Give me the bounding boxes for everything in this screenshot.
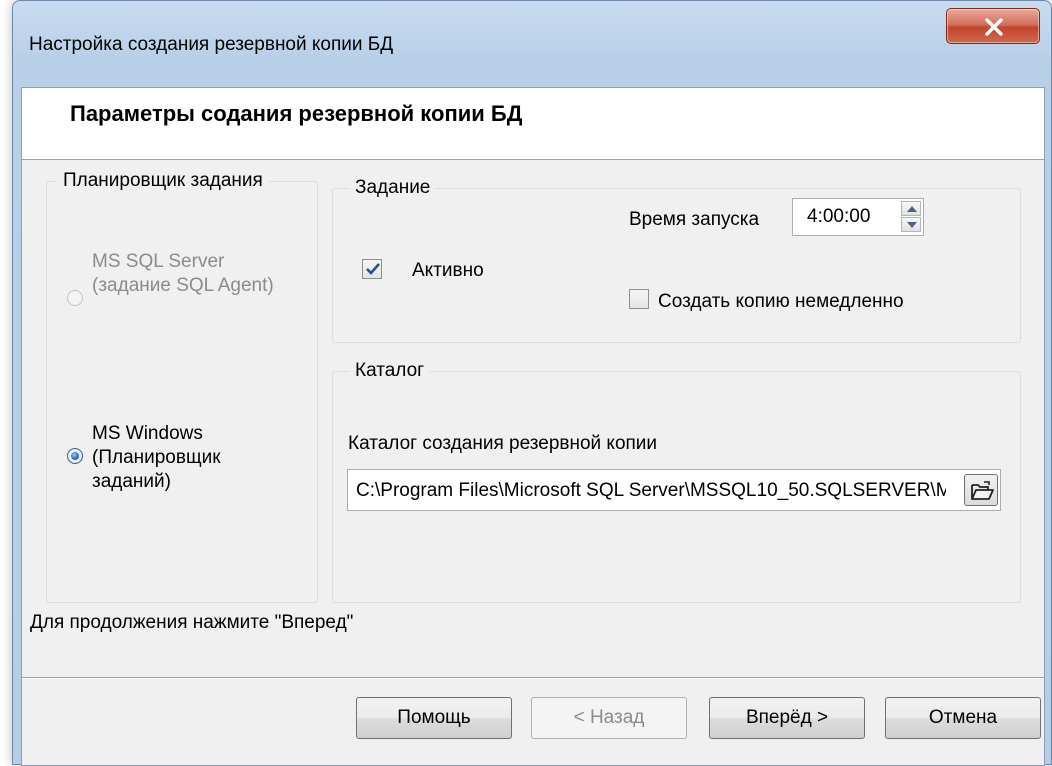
scheduler-group-label: Планировщик задания [57, 170, 269, 192]
browse-folder-button[interactable] [964, 474, 998, 506]
radio-ms-sql-server[interactable] [67, 290, 83, 306]
dialog-client-area: Параметры содания резервной копии БД Пла… [21, 87, 1045, 766]
catalog-path-label: Каталог создания резервной копии [348, 433, 658, 454]
catalog-group-label: Каталог [349, 360, 431, 382]
status-text: Для продолжения нажмите "Вперед" [30, 612, 354, 633]
catalog-path-input[interactable]: C:\Program Files\Microsoft SQL Server\MS… [347, 469, 1001, 511]
dialog-window: Настройка создания резервной копии БД Па… [12, 0, 1052, 766]
task-group-label: Задание [349, 177, 437, 199]
create-now-checkbox-label[interactable]: Создать копию немедленно [658, 291, 904, 313]
spin-up-button[interactable] [901, 201, 921, 216]
footer-divider [22, 677, 1044, 679]
back-button[interactable]: < Назад [531, 697, 687, 739]
help-button[interactable]: Помощь [356, 697, 512, 739]
title-bar[interactable]: Настройка создания резервной копии БД [13, 1, 1051, 87]
active-checkbox-label[interactable]: Активно [412, 260, 484, 282]
radio-ms-windows-label: MS Windows (Планировщик заданий) [92, 423, 221, 492]
start-time-spinner[interactable]: 4:00:00 [792, 198, 924, 236]
active-checkbox[interactable] [362, 259, 382, 279]
page-title: Параметры содания резервной копии БД [70, 101, 523, 126]
next-button[interactable]: Вперёд > [709, 697, 865, 739]
radio-ms-windows[interactable] [67, 448, 83, 464]
start-time-label: Время запуска [629, 209, 760, 230]
scheduler-groupbox: Планировщик задания MS SQL Server (задан… [46, 170, 318, 603]
spin-down-button[interactable] [901, 217, 921, 232]
start-time-value[interactable]: 4:00:00 [807, 206, 870, 228]
close-button[interactable] [946, 8, 1040, 44]
create-now-checkbox[interactable] [629, 289, 649, 309]
wizard-header: Параметры содания резервной копии БД [22, 88, 1044, 160]
cancel-button[interactable]: Отмена [885, 697, 1041, 739]
catalog-path-value[interactable]: C:\Program Files\Microsoft SQL Server\MS… [356, 480, 946, 502]
window-title: Настройка создания резервной копии БД [29, 34, 394, 55]
radio-ms-sql-server-label: MS SQL Server (задание SQL Agent) [92, 251, 274, 296]
